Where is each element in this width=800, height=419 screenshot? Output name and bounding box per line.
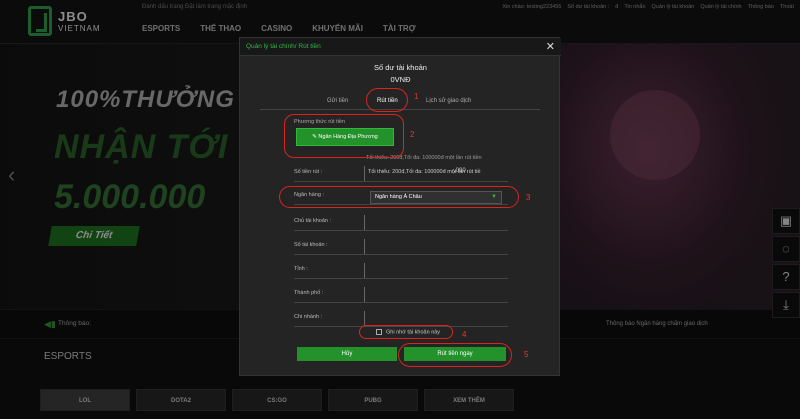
annotation-number-4: 4 [462, 330, 467, 339]
annotation-ring-1 [366, 88, 408, 112]
annotation-ring-2 [284, 114, 404, 158]
annotation-number-5: 5 [524, 350, 529, 359]
amount-row: Số tiền rút : Tối thiểu: 200đ,Tối đa: 10… [294, 166, 508, 182]
tab-history[interactable]: Lịch sử giao dịch [426, 98, 471, 104]
annotation-ring-4 [359, 325, 453, 339]
annotation-number-3: 3 [526, 193, 531, 202]
city-input[interactable] [364, 287, 365, 302]
account-holder-label: Chủ tài khoản : [294, 218, 331, 224]
city-row: Thành phố : [294, 287, 508, 303]
city-label: Thành phố : [294, 290, 324, 296]
annotation-number-1: 1 [414, 92, 419, 101]
annotation-ring-3 [279, 186, 519, 208]
cancel-button[interactable]: Hủy [297, 347, 397, 361]
province-input[interactable] [364, 263, 365, 278]
modal-header: Quản lý tài chính/ Rút tiền ✕ [240, 38, 561, 56]
province-label: Tỉnh : [294, 266, 308, 272]
branch-label: Chi nhánh : [294, 314, 323, 320]
account-number-label: Số tài khoản : [294, 242, 328, 248]
page: JBO VIETNAM Đánh dấu trang Đặt làm trang… [0, 0, 800, 419]
account-holder-input[interactable] [364, 215, 365, 230]
account-number-row: Số tài khoản : [294, 239, 508, 255]
modal-balance-value: 0VNĐ [390, 75, 411, 84]
province-row: Tỉnh : [294, 263, 508, 279]
modal-balance-label: Số dư tài khoản [374, 63, 427, 72]
annotation-number-2: 2 [410, 130, 415, 139]
modal-title: Quản lý tài chính/ Rút tiền [246, 43, 321, 50]
close-icon[interactable]: ✕ [546, 40, 555, 53]
amount-label: Số tiền rút : [294, 169, 323, 175]
account-holder-row: Chủ tài khoản : [294, 215, 508, 231]
amount-suffix: ,000 [454, 168, 466, 174]
account-number-input[interactable] [364, 239, 365, 254]
field-divider [364, 166, 365, 181]
tab-deposit[interactable]: Gửi tiền [327, 98, 348, 104]
annotation-ring-5 [398, 343, 512, 367]
branch-input[interactable] [364, 311, 365, 326]
